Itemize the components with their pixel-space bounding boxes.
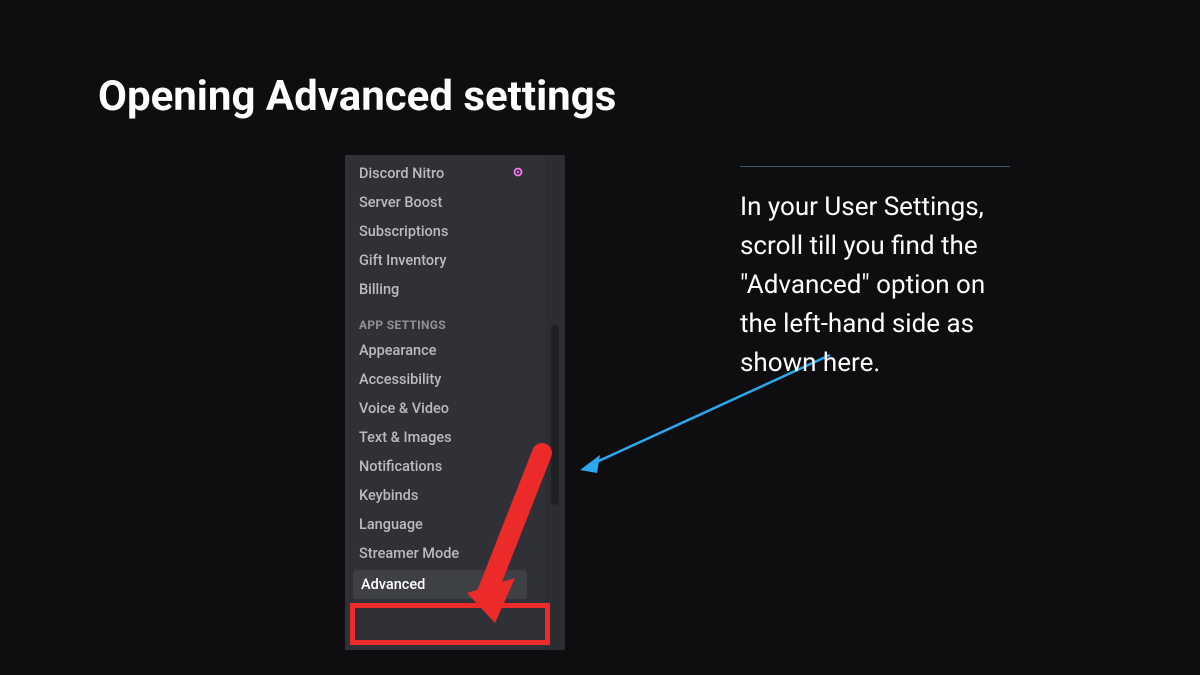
discord-settings-screenshot: Discord NitroServer BoostSubscriptionsGi… — [345, 155, 565, 650]
slide-title: Opening Advanced settings — [98, 72, 616, 121]
sidebar-item-subscriptions[interactable]: Subscriptions — [345, 217, 535, 246]
instruction-text: In your User Settings, scroll till you f… — [740, 188, 1020, 383]
sidebar-item-billing[interactable]: Billing — [345, 275, 535, 304]
sidebar-item-language[interactable]: Language — [345, 510, 535, 539]
sidebar-item-gift-inventory[interactable]: Gift Inventory — [345, 246, 535, 275]
section-header-app-settings: APP SETTINGS — [345, 304, 535, 336]
scrollbar-track[interactable] — [545, 155, 565, 650]
sidebar-item-streamer-mode[interactable]: Streamer Mode — [345, 539, 535, 568]
sidebar-item-text-images[interactable]: Text & Images — [345, 423, 535, 452]
settings-sidebar: Discord NitroServer BoostSubscriptionsGi… — [345, 155, 535, 650]
sidebar-item-notifications[interactable]: Notifications — [345, 452, 535, 481]
sidebar-item-discord-nitro[interactable]: Discord Nitro — [345, 155, 535, 188]
panel-divider — [740, 166, 1010, 167]
sidebar-item-server-boost[interactable]: Server Boost — [345, 188, 535, 217]
sidebar-item-accessibility[interactable]: Accessibility — [345, 365, 535, 394]
sidebar-item-advanced[interactable]: Advanced — [353, 570, 527, 599]
sidebar-item-appearance[interactable]: Appearance — [345, 336, 535, 365]
sidebar-item-voice-video[interactable]: Voice & Video — [345, 394, 535, 423]
scrollbar-thumb[interactable] — [551, 325, 559, 505]
nitro-icon — [511, 165, 525, 179]
sidebar-item-keybinds[interactable]: Keybinds — [345, 481, 535, 510]
